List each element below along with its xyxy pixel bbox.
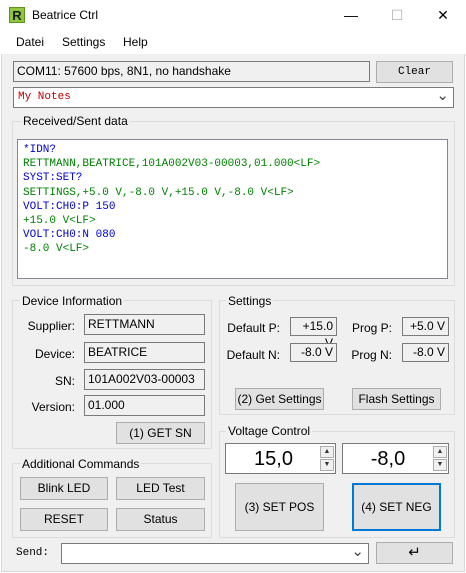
menu-help[interactable]: Help <box>123 35 148 49</box>
sn-field: 101A002V03-00003 <box>84 369 205 390</box>
supplier-label: Supplier: <box>27 319 75 333</box>
notes-combobox[interactable]: My Notes ⌄ <box>13 87 454 108</box>
default-p-label: Default P: <box>227 321 280 335</box>
send-button[interactable]: ↵ <box>376 542 453 564</box>
log-textarea[interactable]: *IDN? RETTMANN,BEATRICE,101A002V03-00003,… <box>17 139 448 279</box>
log-line-received: RETTMANN,BEATRICE,101A002V03-00003,01.00… <box>23 158 321 171</box>
default-n-field: -8.0 V <box>290 343 337 362</box>
device-label: Device: <box>34 347 75 361</box>
device-field: BEATRICE <box>84 342 205 363</box>
get-sn-button[interactable]: (1) GET SN <box>116 422 205 444</box>
set-neg-button[interactable]: (4) SET NEG <box>352 483 441 531</box>
sn-label: SN: <box>54 374 75 388</box>
window-title: Beatrice Ctrl <box>32 8 99 22</box>
neg-down-icon[interactable]: ▼ <box>433 459 447 471</box>
supplier-field: RETTMANN <box>84 314 205 335</box>
version-field: 01.000 <box>84 395 205 416</box>
pos-up-icon[interactable]: ▲ <box>320 446 334 458</box>
get-settings-button[interactable]: (2) Get Settings <box>235 388 324 410</box>
log-line-received: SETTINGS,+5.0 V,-8.0 V,+15.0 V,-8.0 V<LF… <box>23 186 294 199</box>
log-line-sent: *IDN? <box>23 144 57 156</box>
log-lines: *IDN? RETTMANN,BEATRICE,101A002V03-00003,… <box>23 143 320 257</box>
default-p-field: +15.0 V <box>290 317 337 350</box>
log-line-sent: VOLT:CH0:N 080 <box>23 229 116 242</box>
neg-voltage-value: -8,0 <box>370 448 406 470</box>
pos-down-icon[interactable]: ▼ <box>320 459 334 471</box>
additional-commands-group-label: Additional Commands <box>20 457 142 471</box>
connection-status-field: COM11: 57600 bps, 8N1, no handshake <box>13 61 370 82</box>
maximize-button[interactable]: ☐ <box>374 0 420 31</box>
notes-value: My Notes <box>18 91 71 103</box>
send-combobox[interactable]: ⌄ <box>61 543 369 564</box>
blink-led-button[interactable]: Blink LED <box>20 477 108 500</box>
chevron-down-icon[interactable]: ⌄ <box>436 86 449 104</box>
log-line-received: +15.0 V<LF> <box>23 215 96 228</box>
neg-voltage-spinner[interactable]: -8,0 ▲ ▼ <box>342 443 449 474</box>
status-button[interactable]: Status <box>116 508 205 531</box>
version-label: Version: <box>31 400 75 414</box>
prog-n-field: -8.0 V <box>402 343 449 362</box>
prog-p-field: +5.0 V <box>402 317 449 336</box>
set-pos-button[interactable]: (3) SET POS <box>235 483 324 531</box>
minimize-button[interactable]: — <box>328 0 374 31</box>
pos-voltage-spinner[interactable]: 15,0 ▲ ▼ <box>225 443 336 474</box>
settings-group-label: Settings <box>226 294 274 308</box>
prog-p-label: Prog P: <box>351 321 392 335</box>
log-line-sent: VOLT:CH0:P 150 <box>23 200 116 213</box>
app-logo-icon: R <box>9 7 25 23</box>
chevron-down-icon[interactable]: ⌄ <box>351 542 364 560</box>
prog-n-label: Prog N: <box>351 348 392 362</box>
close-button[interactable]: ✕ <box>420 0 466 31</box>
led-test-button[interactable]: LED Test <box>116 477 205 500</box>
title-bar: R Beatrice Ctrl — ☐ ✕ <box>0 0 466 31</box>
menu-datei[interactable]: Datei <box>16 35 44 49</box>
log-line-sent: SYST:SET? <box>23 172 83 185</box>
device-info-group-label: Device Information <box>20 294 125 308</box>
log-line-received: -8.0 V<LF> <box>23 243 90 256</box>
voltage-control-group-label: Voltage Control <box>226 424 313 438</box>
send-label: Send: <box>16 547 50 559</box>
clear-button[interactable]: Clear <box>376 61 453 83</box>
neg-up-icon[interactable]: ▲ <box>433 446 447 458</box>
flash-settings-button[interactable]: Flash Settings <box>352 388 441 410</box>
default-n-label: Default N: <box>226 348 280 362</box>
log-group-label: Received/Sent data <box>21 114 130 128</box>
reset-button[interactable]: RESET <box>20 508 108 531</box>
pos-voltage-value: 15,0 <box>254 448 293 470</box>
menu-settings[interactable]: Settings <box>62 35 105 49</box>
